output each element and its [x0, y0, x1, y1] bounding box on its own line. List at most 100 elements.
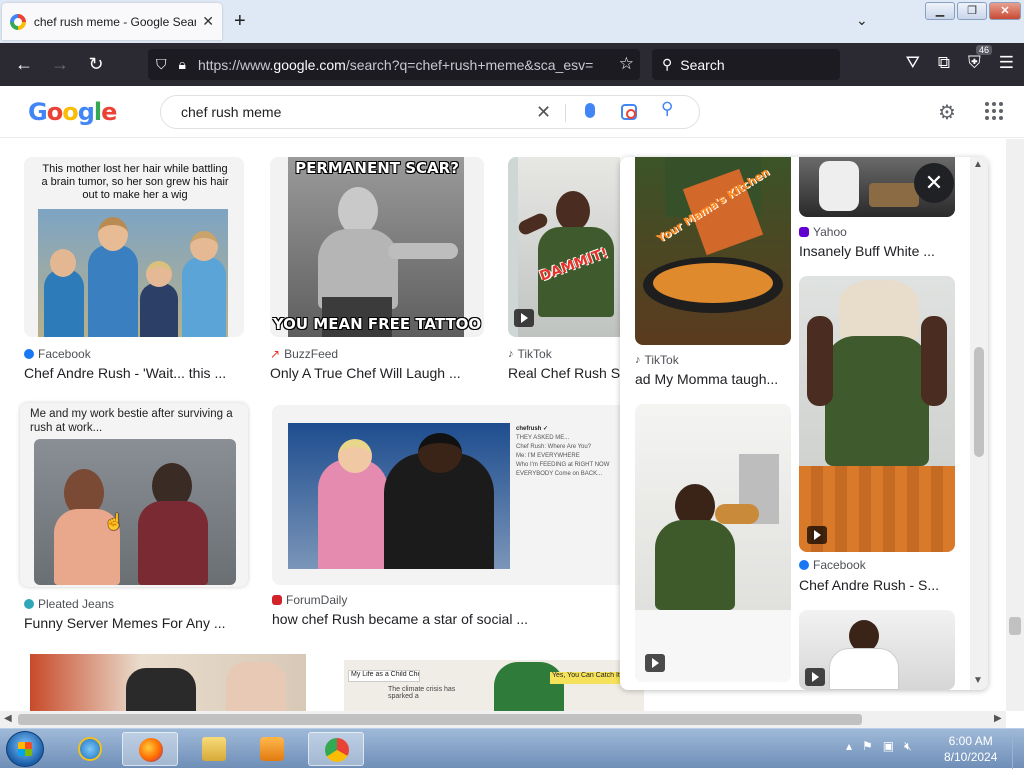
- image-result-3[interactable]: DAMMIT! ♪ TikTok Real Chef Rush S...: [508, 157, 620, 387]
- chrome-taskbar-icon[interactable]: [308, 732, 364, 766]
- result-thumbnail[interactable]: [635, 404, 791, 682]
- extensions-icon[interactable]: ⧉: [938, 53, 950, 73]
- result-title[interactable]: Chef Andre Rush - S...: [799, 577, 955, 593]
- reload-icon[interactable]: ↻: [78, 54, 114, 75]
- result-thumbnail[interactable]: [799, 276, 955, 552]
- facebook-icon: [24, 349, 34, 359]
- tab-close-icon[interactable]: ✕: [202, 13, 214, 30]
- menu-hamburger-icon[interactable]: ☰: [999, 53, 1014, 73]
- google-header: Google chef rush meme ✕ ⚲: [0, 86, 1024, 138]
- show-desktop-button[interactable]: [1012, 729, 1024, 769]
- hand-cursor-icon: ☝: [104, 514, 124, 531]
- new-tab-icon[interactable]: +: [234, 10, 246, 33]
- window-close-icon[interactable]: ✕: [989, 2, 1021, 20]
- file-explorer-icon[interactable]: [186, 732, 242, 766]
- shield-icon[interactable]: ⛉: [156, 56, 167, 73]
- address-bar[interactable]: ⛉ 🔒︎ https://www.google.com/search?q=che…: [148, 49, 640, 80]
- maximize-icon[interactable]: ❐: [957, 2, 987, 20]
- image-result-4[interactable]: Me and my work bestie after surviving a …: [20, 403, 248, 633]
- media-player-icon[interactable]: [244, 732, 300, 766]
- result-title[interactable]: how chef Rush became a star of social ..…: [272, 611, 620, 627]
- bookmark-star-icon[interactable]: ☆: [619, 54, 634, 74]
- tab-title: chef rush meme - Google Search: [33, 14, 197, 29]
- toolbar-icons: ⛛ ⧉ ⛨ 46 ☰: [906, 45, 1014, 73]
- ublock-icon[interactable]: ⛨ 46: [968, 45, 993, 73]
- meme-caption-bottom: YOU MEAN FREE TATTOO: [272, 315, 482, 333]
- volume-muted-icon[interactable]: 🔇︎: [904, 739, 912, 754]
- google-search-box[interactable]: chef rush meme ✕ ⚲: [160, 95, 700, 129]
- video-play-icon: [807, 526, 827, 544]
- result-thumbnail[interactable]: chefrush ✓ THEY ASKED ME... Chef Rush: Wh…: [272, 405, 620, 585]
- result-title[interactable]: ad My Momma taugh...: [635, 371, 785, 387]
- search-submit-icon[interactable]: ⚲: [661, 99, 673, 119]
- meme-caption: Me and my work bestie after surviving a …: [30, 408, 233, 434]
- result-thumbnail[interactable]: Me and my work bestie after surviving a …: [20, 403, 248, 587]
- panel-result-partial[interactable]: [799, 610, 955, 690]
- scroll-down-icon[interactable]: ▼: [973, 675, 983, 686]
- microphone-icon[interactable]: [585, 103, 595, 118]
- google-lens-icon[interactable]: [621, 104, 637, 120]
- tray-expand-icon[interactable]: ▴: [846, 739, 852, 754]
- minimize-icon[interactable]: ▁: [925, 2, 955, 20]
- result-title[interactable]: Chef Andre Rush - 'Wait... this ...: [24, 365, 244, 381]
- result-title[interactable]: Real Chef Rush S...: [508, 365, 620, 381]
- settings-gear-icon[interactable]: ⚙: [938, 100, 956, 125]
- horizontal-scroll-thumb[interactable]: [18, 714, 862, 725]
- lock-icon[interactable]: 🔒︎: [179, 56, 186, 73]
- google-favicon-icon: [10, 13, 26, 30]
- result-thumbnail[interactable]: My Life as a Child Chef The climate cris…: [344, 660, 644, 711]
- result-thumbnail[interactable]: [799, 610, 955, 690]
- panel-result-tiktok[interactable]: Your Mama's Kitchen ♪ TikTok ad My Momma …: [635, 157, 791, 397]
- tab-google-search[interactable]: chef rush meme - Google Search ✕: [2, 3, 222, 40]
- action-center-flag-icon[interactable]: ⚑: [862, 739, 873, 754]
- image-result-2[interactable]: PERMANENT SCAR? YOU MEAN FREE TATTOO ↗ Bu…: [270, 157, 484, 387]
- result-thumbnail[interactable]: [30, 654, 306, 711]
- result-source: ♪ TikTok: [508, 347, 552, 361]
- page-vertical-scrollbar[interactable]: [1006, 139, 1024, 711]
- forward-arrow-icon[interactable]: →: [42, 54, 78, 75]
- forumdaily-icon: [272, 595, 282, 605]
- start-button[interactable]: [6, 731, 44, 767]
- image-result-5[interactable]: chefrush ✓ THEY ASKED ME... Chef Rush: Wh…: [272, 405, 620, 635]
- clear-search-icon[interactable]: ✕: [536, 102, 551, 123]
- scroll-left-icon[interactable]: ◀: [4, 713, 12, 724]
- vertical-scroll-thumb[interactable]: [1009, 617, 1021, 635]
- tiktok-icon: ♪: [635, 354, 641, 366]
- result-title[interactable]: Insanely Buff White ...: [799, 243, 955, 259]
- result-thumbnail[interactable]: PERMANENT SCAR? YOU MEAN FREE TATTOO: [270, 157, 484, 337]
- result-source: Pleated Jeans: [24, 597, 114, 611]
- browser-search-box[interactable]: ⚲ Search: [652, 49, 840, 80]
- image-result-7[interactable]: My Life as a Child Chef The climate cris…: [344, 660, 644, 711]
- firefox-taskbar-icon[interactable]: [122, 732, 178, 766]
- image-result-6[interactable]: [30, 654, 306, 711]
- result-title[interactable]: Funny Server Memes For Any ...: [24, 615, 244, 631]
- image-result-1[interactable]: This mother lost her hair while battling…: [24, 157, 244, 387]
- result-source: ↗ BuzzFeed: [270, 347, 339, 361]
- panel-close-icon[interactable]: ✕: [914, 163, 954, 203]
- page-horizontal-scrollbar[interactable]: ◀ ▶: [0, 711, 1006, 728]
- network-icon[interactable]: ▣: [883, 739, 894, 754]
- google-doodle-logo[interactable]: Google: [28, 98, 117, 126]
- internet-explorer-icon[interactable]: [62, 732, 118, 766]
- pocket-icon[interactable]: ⛛: [906, 53, 920, 73]
- list-all-tabs-icon[interactable]: ⌄: [856, 12, 868, 29]
- panel-result-facebook[interactable]: Facebook Chef Andre Rush - S...: [799, 276, 955, 606]
- result-thumbnail[interactable]: This mother lost her hair while battling…: [24, 157, 244, 337]
- system-clock[interactable]: 6:00 AM 8/10/2024: [944, 733, 997, 765]
- result-thumbnail[interactable]: Your Mama's Kitchen: [635, 157, 791, 345]
- video-play-icon: [645, 654, 665, 672]
- windows-taskbar: ▴ ⚑ ▣ 🔇︎ 6:00 AM 8/10/2024: [0, 728, 1024, 769]
- scroll-up-icon[interactable]: ▲: [973, 159, 983, 170]
- panel-scrollbar[interactable]: ▲ ▼: [970, 157, 988, 690]
- google-apps-icon[interactable]: [985, 102, 1003, 120]
- result-title[interactable]: Only A True Chef Will Laugh ...: [270, 365, 484, 381]
- url-text[interactable]: https://www.google.com/search?q=chef+rus…: [198, 57, 594, 73]
- panel-result-video[interactable]: [635, 404, 791, 684]
- result-source: Facebook: [799, 558, 866, 572]
- system-tray: ▴ ⚑ ▣ 🔇︎: [846, 739, 912, 754]
- result-thumbnail[interactable]: DAMMIT!: [508, 157, 620, 337]
- scroll-right-icon[interactable]: ▶: [994, 713, 1002, 724]
- search-input[interactable]: chef rush meme: [181, 104, 531, 120]
- panel-scroll-thumb[interactable]: [974, 347, 984, 457]
- back-arrow-icon[interactable]: ←: [6, 54, 42, 75]
